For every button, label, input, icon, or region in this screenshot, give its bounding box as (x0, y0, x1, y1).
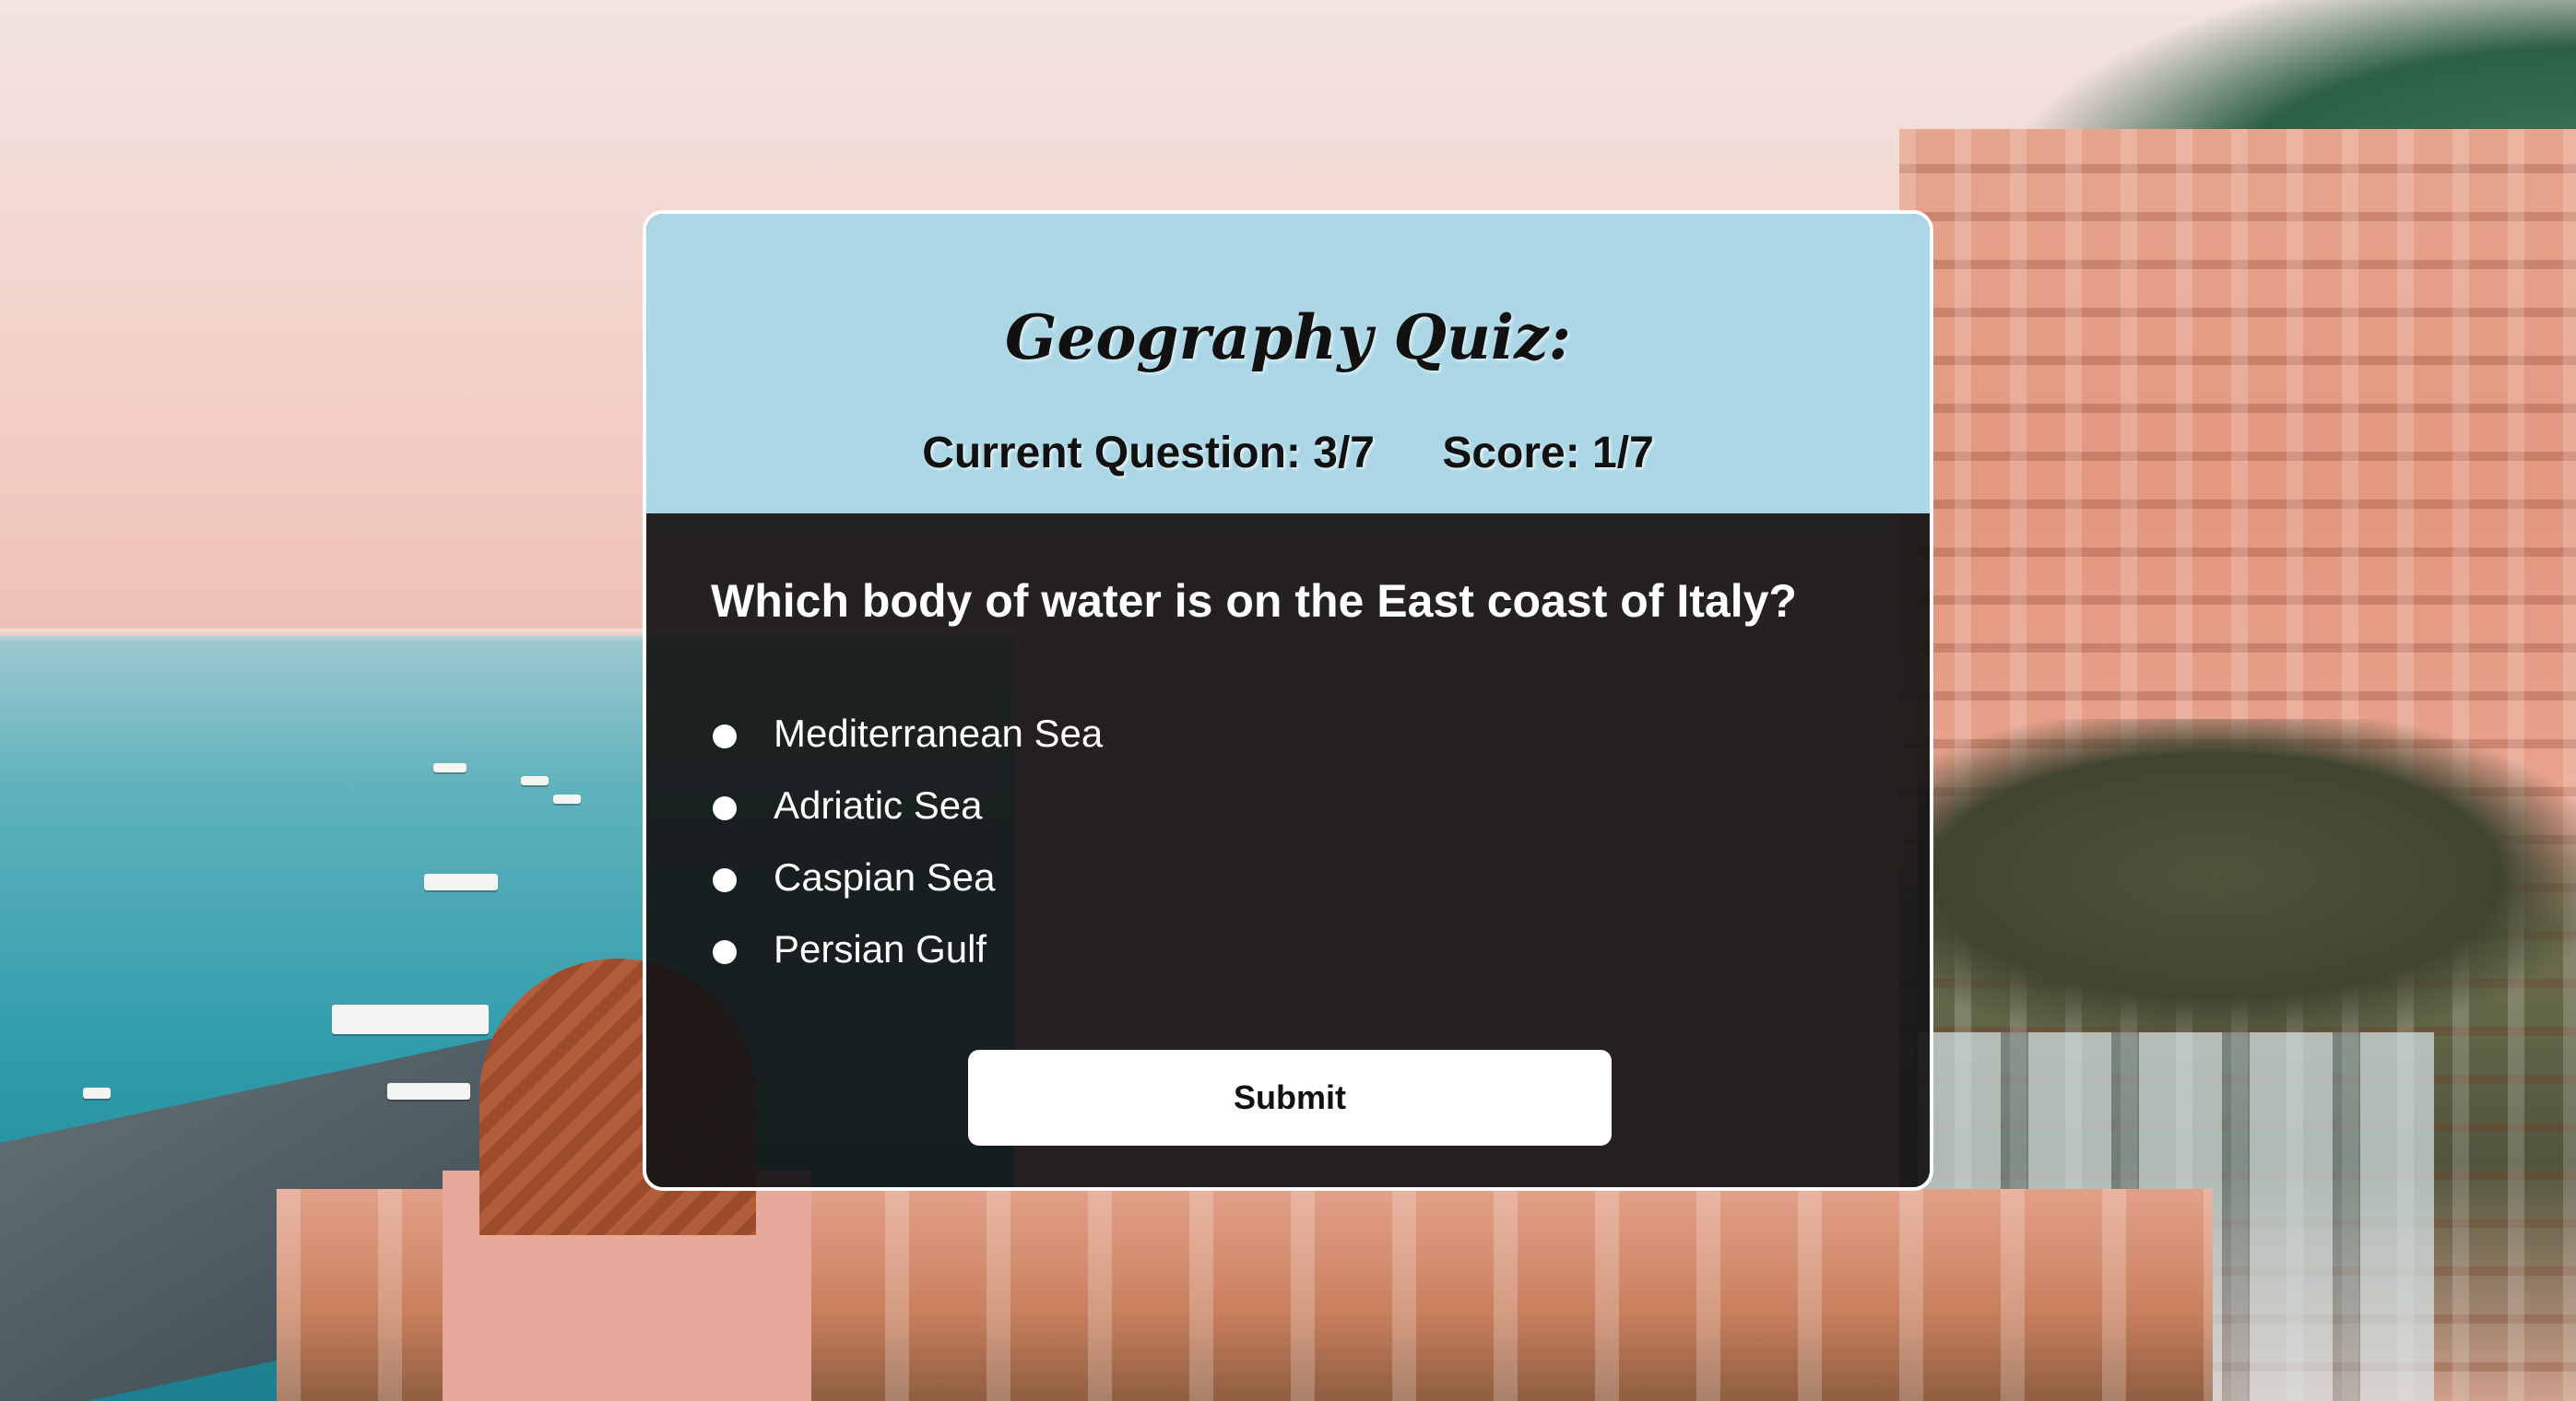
quiz-title: Geography Quiz: (1005, 301, 1571, 373)
boat (553, 795, 581, 804)
boat (433, 763, 467, 772)
answer-options: Mediterranean Sea Adriatic Sea Caspian S… (711, 698, 1103, 985)
answer-label: Adriatic Sea (774, 783, 983, 827)
score-label: Score: 1/7 (1442, 429, 1654, 477)
answer-option[interactable]: Caspian Sea (711, 842, 1103, 913)
boat (387, 1083, 470, 1100)
answer-label: Caspian Sea (774, 855, 996, 899)
trees (1918, 719, 2576, 1032)
boat (424, 874, 498, 890)
boat (83, 1088, 111, 1099)
answer-option[interactable]: Mediterranean Sea (711, 698, 1103, 770)
quiz-status: Current Question: 3/7 Score: 1/7 (646, 428, 1930, 478)
boat (521, 776, 549, 785)
question-text: Which body of water is on the East coast… (711, 575, 1797, 627)
boat (332, 1005, 489, 1034)
answer-option[interactable]: Adriatic Sea (711, 770, 1103, 842)
radio-button[interactable] (713, 724, 737, 748)
current-question-label: Current Question: 3/7 (922, 429, 1375, 477)
radio-button[interactable] (713, 796, 737, 820)
quiz-body: Which body of water is on the East coast… (646, 513, 1930, 1187)
quiz-card: Geography Quiz: Current Question: 3/7 Sc… (643, 210, 1933, 1191)
radio-button[interactable] (713, 868, 737, 892)
radio-button[interactable] (713, 940, 737, 964)
submit-button[interactable]: Submit (968, 1050, 1612, 1146)
answer-option[interactable]: Persian Gulf (711, 913, 1103, 985)
answer-label: Mediterranean Sea (774, 712, 1104, 755)
answer-label: Persian Gulf (774, 927, 987, 971)
quiz-header: Geography Quiz: Current Question: 3/7 Sc… (646, 214, 1930, 513)
